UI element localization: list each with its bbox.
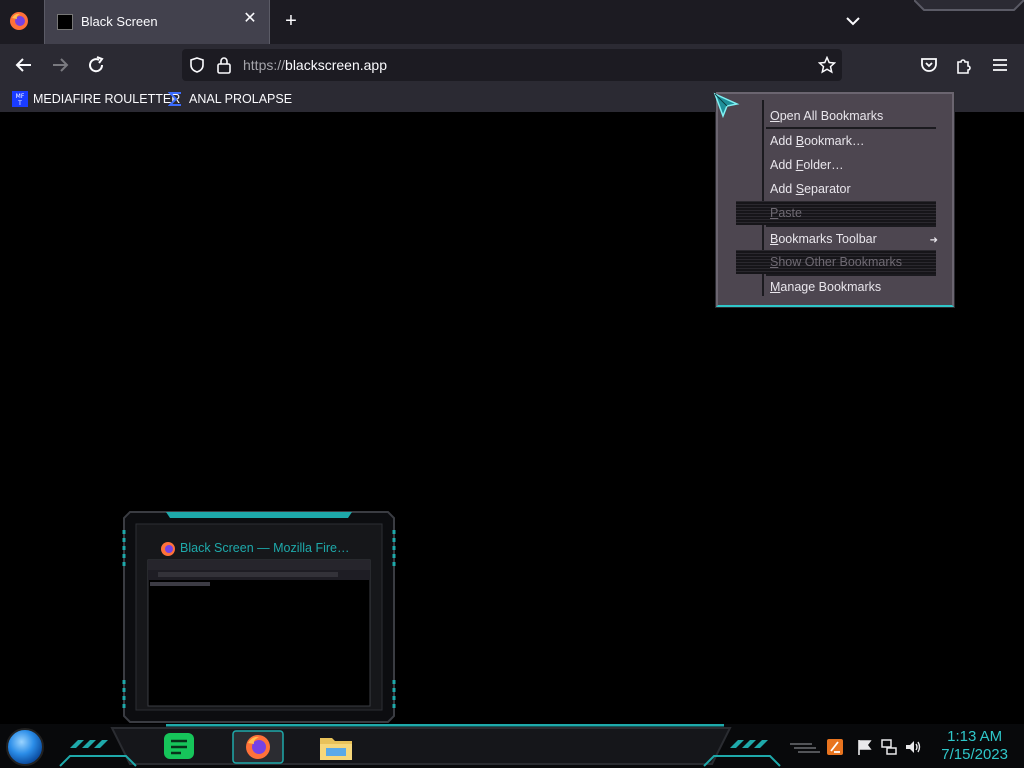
hamburger-menu-icon[interactable]	[988, 53, 1012, 77]
flag-icon[interactable]	[856, 738, 874, 756]
svg-text:MF: MF	[16, 93, 25, 100]
extensions-icon[interactable]	[952, 53, 976, 77]
forward-arrow-icon[interactable]	[48, 53, 72, 77]
bookmark-anal-prolapse[interactable]: ANAL PROLAPSE	[168, 90, 292, 108]
file-explorer-icon[interactable]	[318, 730, 354, 764]
nav-bar: https://blackscreen.app	[0, 44, 1024, 86]
chat-app-icon[interactable]	[162, 730, 196, 764]
menu-item-bookmarks-toolbar[interactable]: Bookmarks Toolbar	[770, 228, 877, 250]
app-tray-icon[interactable]	[826, 738, 844, 756]
bookmark-label: MEDIAFIRE ROULETTER	[33, 92, 181, 106]
menu-item-show-other-bookmarks: Show Other Bookmarks	[770, 255, 903, 269]
lock-icon[interactable]	[216, 56, 232, 74]
menu-item-open-all-bookmarks[interactable]: Open All Bookmarks	[770, 105, 883, 127]
url-host: blackscreen.app	[285, 57, 387, 73]
preview-title: Black Screen — Mozilla Fire…	[180, 541, 350, 555]
url-scheme: https://	[243, 57, 286, 73]
bookmarks-context-menu: Open All Bookmarks Add Bookmark… Add Fol…	[716, 92, 954, 307]
mft-icon: MF T	[12, 91, 28, 107]
new-tab-button[interactable]: +	[280, 10, 302, 32]
shield-icon[interactable]	[188, 56, 206, 74]
pocket-icon[interactable]	[917, 53, 941, 77]
submenu-arrow-icon: ➜	[929, 235, 938, 246]
clock-time: 1:13 AM	[947, 728, 1003, 745]
reload-icon[interactable]	[84, 53, 108, 77]
tab-favicon-icon	[57, 14, 73, 30]
menu-separator	[766, 225, 936, 227]
bookmark-label: ANAL PROLAPSE	[189, 92, 293, 106]
firefox-icon	[161, 542, 175, 556]
tab-black-screen[interactable]: Black Screen ✕	[44, 0, 270, 44]
menu-disabled-band	[736, 201, 936, 225]
back-arrow-icon[interactable]	[12, 53, 36, 77]
bookmark-mediafire-rouletter[interactable]: MF T MEDIAFIRE ROULETTER	[12, 90, 180, 108]
menu-item-manage-bookmarks[interactable]: Manage Bookmarks	[770, 276, 881, 298]
firefox-icon[interactable]	[8, 10, 30, 32]
chevron-down-icon[interactable]	[842, 10, 864, 32]
theme-decoration	[914, 0, 1024, 11]
menu-item-add-folder[interactable]: Add Folder…	[770, 154, 844, 176]
taskbar-clock[interactable]: 1:13 AM 7/15/2023	[941, 728, 1008, 764]
url-text[interactable]: https://blackscreen.app	[243, 57, 387, 73]
sigma-icon	[168, 92, 181, 106]
firefox-taskbar-button[interactable]	[232, 730, 284, 764]
menu-item-paste: Paste	[770, 206, 802, 220]
menu-item-add-separator[interactable]: Add Separator	[770, 178, 851, 200]
star-icon[interactable]	[818, 56, 836, 74]
svg-text:T: T	[17, 100, 22, 107]
menu-item-add-bookmark[interactable]: Add Bookmark…	[770, 130, 865, 152]
url-bar[interactable]: https://blackscreen.app	[182, 49, 842, 81]
menu-separator	[766, 127, 936, 129]
network-icon[interactable]	[880, 738, 898, 756]
start-button[interactable]	[6, 728, 44, 766]
tab-title: Black Screen	[81, 14, 158, 29]
volume-icon[interactable]	[904, 738, 922, 756]
tab-strip: Black Screen ✕ +	[0, 0, 1024, 44]
tab-close-icon[interactable]: ✕	[241, 10, 259, 28]
clock-date: 7/15/2023	[941, 746, 1008, 763]
cursor-icon	[713, 92, 740, 119]
